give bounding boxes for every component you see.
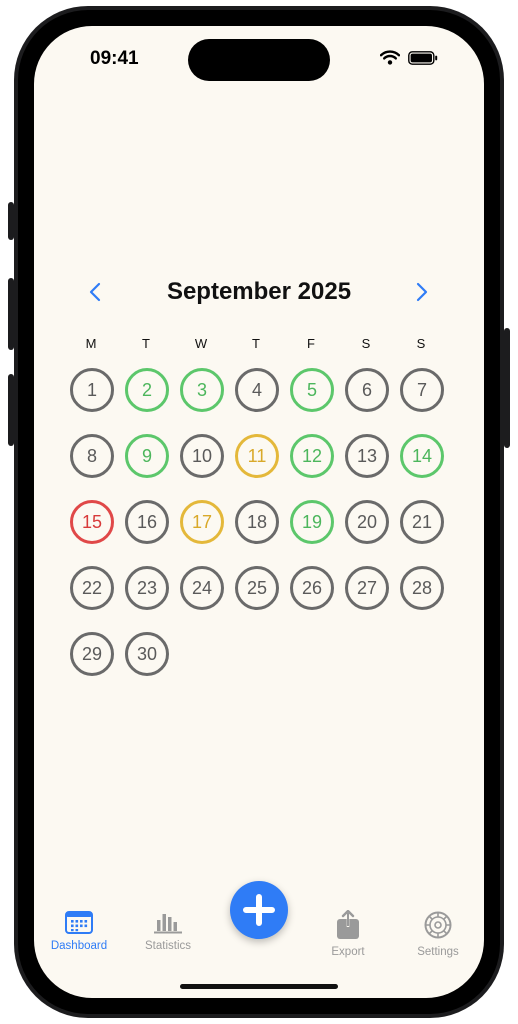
dynamic-island (188, 39, 330, 81)
day-cell-25[interactable]: 25 (235, 566, 279, 610)
screen: 09:41 September 2025 MTWTFSS 1 2 3 4 5 6 7 8 9 10… (34, 26, 484, 998)
day-cell-23[interactable]: 23 (125, 566, 169, 610)
tab-label-export: Export (331, 946, 365, 958)
weekday-label: S (361, 336, 371, 351)
day-cell-3[interactable]: 3 (180, 368, 224, 412)
day-cell-20[interactable]: 20 (345, 500, 389, 544)
day-cell-26[interactable]: 26 (290, 566, 334, 610)
tab-settings[interactable]: Settings (398, 910, 478, 958)
chevron-right-icon (416, 282, 428, 302)
weekday-label: T (142, 336, 150, 351)
day-cell-30[interactable]: 30 (125, 632, 169, 676)
add-entry-button[interactable] (230, 881, 288, 939)
weekday-label: M (85, 336, 97, 351)
battery-icon (408, 50, 438, 65)
tab-dashboard[interactable]: Dashboard (39, 910, 119, 952)
status-time: 09:41 (90, 48, 139, 69)
day-cell-18[interactable]: 18 (235, 500, 279, 544)
tab-label-settings: Settings (417, 946, 459, 958)
tab-label-dashboard: Dashboard (50, 940, 108, 952)
day-cell-7[interactable]: 7 (400, 368, 444, 412)
weekday-label: S (416, 336, 426, 351)
day-cell-11[interactable]: 11 (235, 434, 279, 478)
day-cell-24[interactable]: 24 (180, 566, 224, 610)
gear-icon (424, 911, 452, 939)
calendar-icon (65, 911, 93, 934)
volume-down-button (8, 374, 14, 446)
day-cell-2[interactable]: 2 (125, 368, 169, 412)
day-cell-5[interactable]: 5 (290, 368, 334, 412)
weekday-label: T (252, 336, 260, 351)
wifi-icon (380, 50, 400, 65)
day-cell-27[interactable]: 27 (345, 566, 389, 610)
plus-icon (243, 894, 275, 926)
status-icons (380, 50, 438, 65)
day-cell-29[interactable]: 29 (70, 632, 114, 676)
day-cell-21[interactable]: 21 (400, 500, 444, 544)
day-cell-17[interactable]: 17 (180, 500, 224, 544)
share-icon (337, 910, 359, 939)
weekday-label: F (307, 336, 315, 351)
tab-label-statistics: Statistics (144, 940, 191, 952)
day-cell-15[interactable]: 15 (70, 500, 114, 544)
day-cell-6[interactable]: 6 (345, 368, 389, 412)
power-button (504, 328, 510, 448)
weekday-header: MTWTFSS (66, 336, 454, 356)
tab-statistics[interactable]: Statistics (128, 910, 208, 952)
day-cell-8[interactable]: 8 (70, 434, 114, 478)
day-cell-4[interactable]: 4 (235, 368, 279, 412)
tab-export[interactable]: Export (308, 910, 388, 958)
day-cell-9[interactable]: 9 (125, 434, 169, 478)
day-cell-10[interactable]: 10 (180, 434, 224, 478)
day-cell-19[interactable]: 19 (290, 500, 334, 544)
day-cell-13[interactable]: 13 (345, 434, 389, 478)
day-cell-28[interactable]: 28 (400, 566, 444, 610)
weekday-label: W (194, 336, 208, 351)
tab-bar: Dashboard Statistics Export Settings (34, 876, 484, 966)
day-cell-1[interactable]: 1 (70, 368, 114, 412)
calendar-header: September 2025 (34, 274, 484, 310)
next-month-button[interactable] (407, 274, 437, 310)
bar-chart-icon (154, 914, 182, 934)
day-cell-16[interactable]: 16 (125, 500, 169, 544)
volume-up-button (8, 278, 14, 350)
day-cell-12[interactable]: 12 (290, 434, 334, 478)
day-cell-14[interactable]: 14 (400, 434, 444, 478)
action-button (8, 202, 14, 240)
home-indicator (180, 984, 338, 989)
day-cell-22[interactable]: 22 (70, 566, 114, 610)
